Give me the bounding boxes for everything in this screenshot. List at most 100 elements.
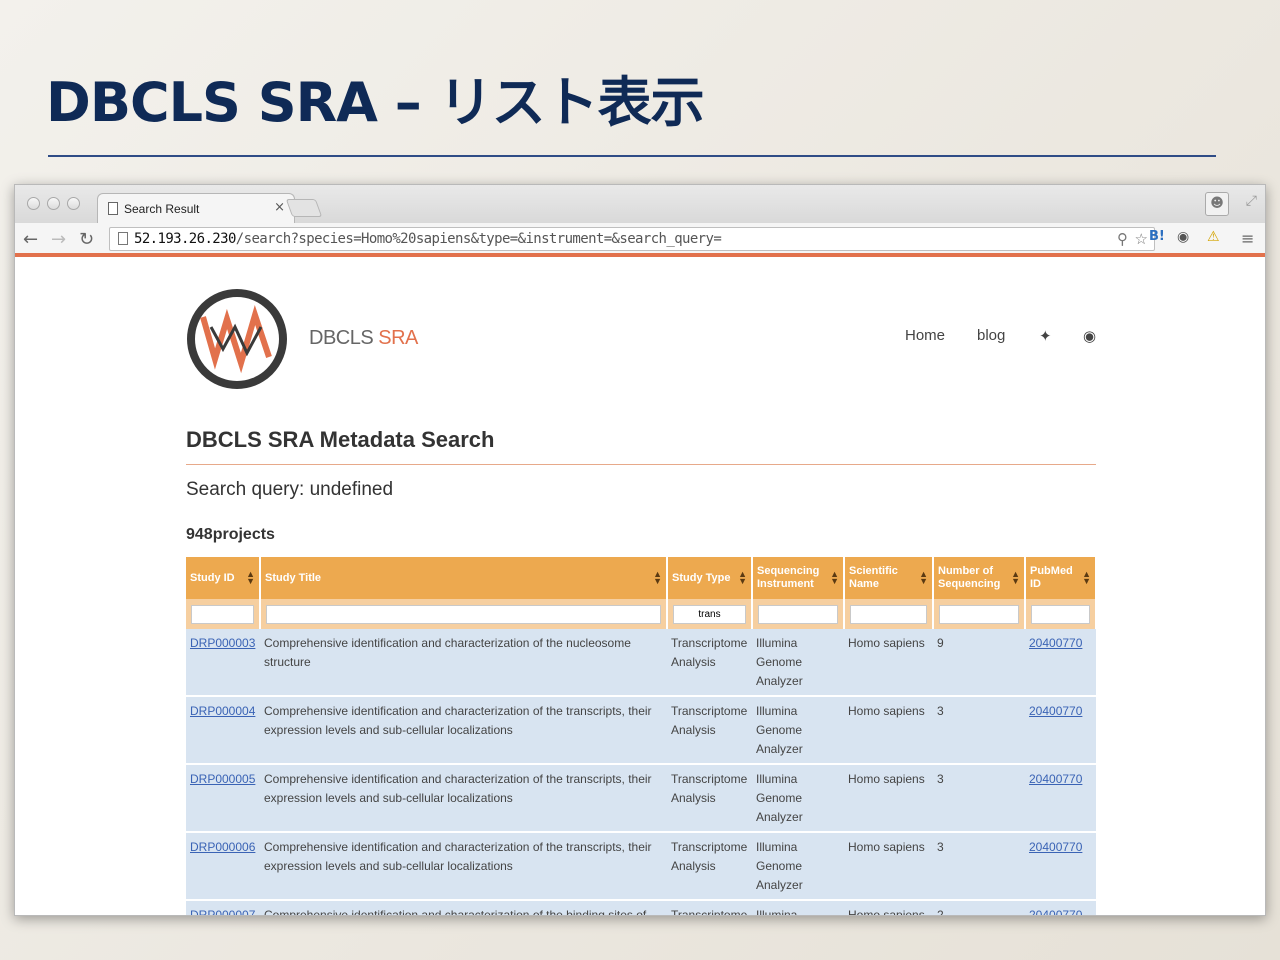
sort-arrows-icon[interactable]: ▲ ▼ xyxy=(830,570,839,586)
globe-extension-icon[interactable]: ◉ xyxy=(1177,229,1189,245)
reload-icon[interactable]: ↻ xyxy=(79,229,94,250)
table-row: DRP000005 Comprehensive identification a… xyxy=(186,764,1096,833)
column-header-study-id[interactable]: Study ID ▲ ▼ xyxy=(186,557,261,599)
study-title: Comprehensive identification and charact… xyxy=(260,764,667,833)
study-id-link[interactable]: DRP000003 xyxy=(190,636,255,650)
sequencing-count: 3 xyxy=(933,832,1025,901)
scientific-name: Homo sapiens xyxy=(844,832,933,901)
study-title: Comprehensive identification and charact… xyxy=(260,629,667,697)
heading-divider xyxy=(186,464,1096,465)
filter-instrument-input[interactable] xyxy=(758,605,838,624)
sequencing-instrument: Illumina Genome Analyzer xyxy=(752,696,844,765)
sequencing-instrument: Illumina Genome Analyzer xyxy=(752,629,844,697)
site-brand[interactable]: DBCLS SRA xyxy=(309,327,418,350)
page-title: DBCLS SRA Metadata Search xyxy=(186,427,495,452)
filter-pubmed-input[interactable] xyxy=(1031,605,1090,624)
url-text[interactable]: 52.193.26.230/search?species=Homo%20sapi… xyxy=(134,231,722,247)
pubmed-link[interactable]: 20400770 xyxy=(1029,704,1082,718)
browser-window: Search Result × ☻ ⤢ ← → ↻ 52.193.26.230/… xyxy=(14,184,1266,916)
study-type: Transcriptome xyxy=(667,900,752,915)
back-icon[interactable]: ← xyxy=(23,229,38,250)
study-title: Comprehensive identification and charact… xyxy=(260,696,667,765)
scientific-name: Homo sapiens xyxy=(844,900,933,915)
study-id-link[interactable]: DRP000005 xyxy=(190,772,255,786)
study-title: Comprehensive identification and charact… xyxy=(260,900,667,915)
sort-arrows-icon[interactable]: ▲ ▼ xyxy=(1011,570,1020,586)
scientific-name: Homo sapiens xyxy=(844,629,933,697)
sort-arrows-icon[interactable]: ▲ ▼ xyxy=(1082,570,1091,586)
filter-number-input[interactable] xyxy=(939,605,1019,624)
twitter-icon[interactable]: ✦ xyxy=(1039,327,1052,345)
study-type: Transcriptome Analysis xyxy=(667,629,752,697)
browser-toolbar: ← → ↻ 52.193.26.230/search?species=Homo%… xyxy=(15,223,1265,257)
sequencing-instrument: Illumina Genome Analyzer xyxy=(752,764,844,833)
study-title: Comprehensive identification and charact… xyxy=(260,832,667,901)
maximize-window-button[interactable] xyxy=(67,197,80,210)
nav-blog-link[interactable]: blog xyxy=(977,327,1005,344)
tab-close-icon[interactable]: × xyxy=(274,200,285,215)
project-count: 948projects xyxy=(186,526,275,543)
pubmed-link[interactable]: 20400770 xyxy=(1029,908,1082,915)
sort-arrows-icon[interactable]: ▲ ▼ xyxy=(246,570,255,586)
warning-extension-icon[interactable]: ⚠ xyxy=(1207,229,1220,245)
sort-arrows-icon[interactable]: ▲ ▼ xyxy=(653,570,662,586)
forward-icon[interactable]: → xyxy=(51,229,66,250)
study-id-link[interactable]: DRP000004 xyxy=(190,704,255,718)
column-header-study-title[interactable]: Study Title ▲ ▼ xyxy=(260,557,668,599)
study-type: Transcriptome Analysis xyxy=(667,696,752,765)
pubmed-link[interactable]: 20400770 xyxy=(1029,840,1082,854)
address-bar[interactable]: 52.193.26.230/search?species=Homo%20sapi… xyxy=(109,227,1155,251)
sequencing-count: 3 xyxy=(933,764,1025,833)
column-header-pubmed-id[interactable]: PubMed ID ▲ ▼ xyxy=(1025,557,1097,599)
new-tab-button[interactable] xyxy=(285,199,323,217)
sort-arrows-icon[interactable]: ▲ ▼ xyxy=(738,570,747,586)
results-table: Study ID ▲ ▼ Study Title ▲ ▼ Study Type ▲ ▼ Se… xyxy=(186,557,1097,915)
table-row: DRP000007 Comprehensive identification a… xyxy=(186,900,1096,915)
slide-divider xyxy=(48,155,1216,157)
page-icon xyxy=(118,232,128,245)
filter-study-title-input[interactable] xyxy=(266,605,661,624)
filter-scientific-name-input[interactable] xyxy=(850,605,927,624)
column-header-number-of-sequencing[interactable]: Number of Sequencing ▲ ▼ xyxy=(933,557,1026,599)
filter-study-id-input[interactable] xyxy=(191,605,254,624)
slide-title: DBCLS SRA – リスト表示 xyxy=(46,71,705,134)
pubmed-link[interactable]: 20400770 xyxy=(1029,772,1082,786)
nav-home-link[interactable]: Home xyxy=(905,327,945,344)
web-page: DBCLS SRA Home blog ✦ ◉ DBCLS SRA Metada… xyxy=(15,261,1265,915)
sequencing-count: 3 xyxy=(933,696,1025,765)
pubmed-link[interactable]: 20400770 xyxy=(1029,636,1082,650)
study-type: Transcriptome Analysis xyxy=(667,832,752,901)
scientific-name: Homo sapiens xyxy=(844,764,933,833)
sequencing-count: 9 xyxy=(933,629,1025,697)
filter-row xyxy=(186,599,1097,629)
study-id-link[interactable]: DRP000007 xyxy=(190,908,255,915)
github-icon[interactable]: ◉ xyxy=(1083,327,1096,345)
hatena-bookmark-icon[interactable]: B! xyxy=(1149,229,1165,244)
close-window-button[interactable] xyxy=(27,197,40,210)
table-row: DRP000006 Comprehensive identification a… xyxy=(186,832,1096,901)
table-row: DRP000003 Comprehensive identification a… xyxy=(186,629,1096,697)
study-id-link[interactable]: DRP000006 xyxy=(190,840,255,854)
search-query-text: Search query: undefined xyxy=(186,479,394,500)
tab-search-result[interactable]: Search Result × xyxy=(97,193,295,223)
study-type: Transcriptome Analysis xyxy=(667,764,752,833)
sequencing-count: 2 xyxy=(933,900,1025,915)
scientific-name: Homo sapiens xyxy=(844,696,933,765)
tab-bar: Search Result × ☻ ⤢ xyxy=(15,185,1265,223)
column-header-sequencing-instrument[interactable]: Sequencing Instrument ▲ ▼ xyxy=(752,557,845,599)
column-header-scientific-name[interactable]: Scientific Name ▲ ▼ xyxy=(844,557,934,599)
table-row: DRP000004 Comprehensive identification a… xyxy=(186,696,1096,765)
minimize-window-button[interactable] xyxy=(47,197,60,210)
dbcls-sra-logo-icon xyxy=(187,289,287,389)
column-header-study-type[interactable]: Study Type ▲ ▼ xyxy=(667,557,753,599)
menu-icon[interactable]: ≡ xyxy=(1241,229,1254,248)
search-icon[interactable]: ⚲ xyxy=(1117,230,1128,248)
sort-arrows-icon[interactable]: ▲ ▼ xyxy=(919,570,928,586)
sequencing-instrument: Illumina xyxy=(752,900,844,915)
profile-icon[interactable]: ☻ xyxy=(1205,192,1229,216)
fullscreen-icon[interactable]: ⤢ xyxy=(1246,193,1257,209)
filter-study-type-input[interactable] xyxy=(673,605,746,624)
tab-title: Search Result xyxy=(124,202,200,216)
bookmark-star-icon[interactable]: ☆ xyxy=(1135,230,1148,248)
page-icon xyxy=(108,202,118,215)
